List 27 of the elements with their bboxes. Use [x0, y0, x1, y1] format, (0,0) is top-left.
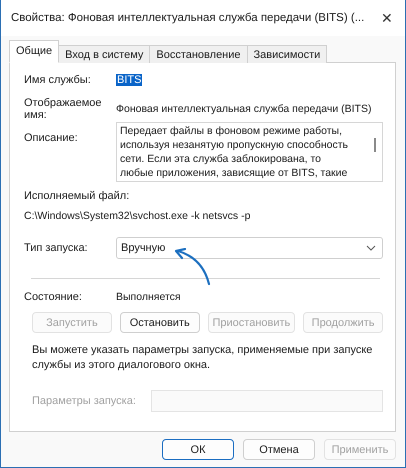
arrow-annotation	[173, 248, 213, 286]
field-label: Тип запуска:	[24, 242, 89, 254]
close-button[interactable]: ✕	[377, 10, 397, 26]
tab[interactable]: Общие	[9, 40, 60, 63]
display-name-value: Фоновая интеллектуальная служба передачи (BITS)	[116, 103, 372, 115]
tab[interactable]: Вход в систему	[58, 45, 150, 63]
field-label: Параметры запуска:	[32, 395, 137, 407]
hint-text: Вы можете указать параметры запуска, применяемые при запуске службы из этого диалогового окна.	[32, 343, 374, 373]
field-label: Описание:	[24, 132, 79, 144]
startup-type-dropdown[interactable]: Вручную	[116, 237, 383, 259]
executable-path: C:\Windows\System32\svchost.exe -k netsvcs -p	[24, 210, 252, 222]
field-label: Исполняемый файл:	[24, 190, 130, 202]
tab[interactable]: Восстановление	[149, 45, 248, 63]
chevron-down-icon	[366, 245, 376, 251]
dialog-button[interactable]: ОК	[162, 439, 234, 460]
field-label: Имя службы:	[24, 74, 92, 86]
window-title: Свойства: Фоновая интеллектуальная служба передачи (BITS) (...	[11, 12, 364, 24]
start-parameters-field[interactable]	[151, 390, 383, 412]
scrollbar-thumb[interactable]	[374, 138, 376, 152]
description-text: Передает файлы в фоновом режиме работы, используя незанятую пропускную способность сети. Если эта служба заблокирована, то любые приложения, зависящие от BITS, такие	[120, 124, 349, 180]
field-label: Отображаемое имя:	[24, 97, 103, 121]
service-button[interactable]: Остановить	[120, 312, 200, 333]
status-value: Выполняется	[116, 291, 182, 303]
service-name-value: BITS	[116, 74, 142, 86]
field-label: Состояние:	[24, 291, 83, 303]
dialog-button[interactable]: Отмена	[243, 439, 315, 460]
tab[interactable]: Зависимости	[246, 45, 328, 63]
